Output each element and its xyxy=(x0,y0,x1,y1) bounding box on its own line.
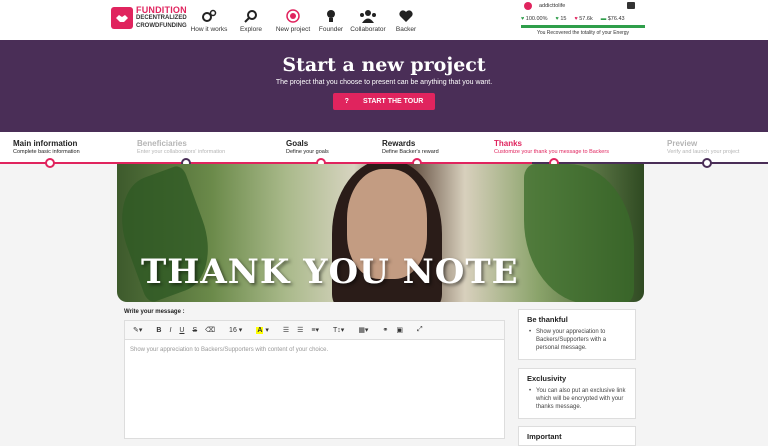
tip-important: Important xyxy=(518,426,636,446)
nav-label: Backer xyxy=(395,26,417,33)
tip-be-thankful: Be thankful Show your appreciation to Ba… xyxy=(518,309,636,360)
lightbulb-icon xyxy=(327,10,335,22)
message-editor: ✎▾ B I U S ⌫ 16 ▾ A ▾ ☰ ☰ ≡▾ T↕▾ ▦▾ ⚭ ▣ … xyxy=(124,320,505,439)
nav-label: Explore xyxy=(239,26,263,33)
nav-backer[interactable]: Backer xyxy=(390,2,422,38)
voting-power: ♥ 100.00% xyxy=(521,16,548,22)
link-icon[interactable]: ⚭ xyxy=(378,321,392,340)
message-label: Write your message : xyxy=(124,309,185,315)
start-tour-label: START THE TOUR xyxy=(362,98,424,105)
tip-title: Exclusivity xyxy=(527,374,567,383)
user-panel: addicttolife ♥ 100.00% ♥ 15 ♥ 57.6k ▬ $7… xyxy=(521,0,645,40)
bullet-list-icon[interactable]: ☰ xyxy=(279,321,293,340)
handshake-icon xyxy=(111,7,133,29)
fullscreen-icon[interactable]: ⤢ xyxy=(413,321,427,340)
wizard-steps: Main information Complete basic informat… xyxy=(0,132,768,163)
nav-label: New project xyxy=(275,26,311,33)
step-desc: Define Backer's reward xyxy=(382,149,439,155)
nav-founder[interactable]: Founder xyxy=(316,2,346,38)
nav-label: Founder xyxy=(318,26,344,33)
vote-count: ♥ 15 xyxy=(555,16,567,22)
brand-tagline-2: CROWDFUNDING xyxy=(136,23,187,29)
reputation: ♥ 57.6k xyxy=(574,16,593,22)
step-desc: Define your goals xyxy=(286,149,329,155)
users-icon xyxy=(360,10,376,23)
magic-wand-icon[interactable]: ✎▾ xyxy=(129,321,146,340)
hero-banner: Start a new project The project that you… xyxy=(0,40,768,132)
banner-title: THANK YOU NOTE xyxy=(141,252,519,292)
avatar[interactable] xyxy=(524,2,532,10)
energy-bar xyxy=(521,25,645,28)
tip-text: Show your appreciation to Backers/Suppor… xyxy=(527,328,627,352)
thank-you-banner-image: THANK YOU NOTE xyxy=(117,164,644,302)
heart-icon xyxy=(399,10,413,22)
step-dot[interactable] xyxy=(45,158,55,168)
nav-collaborator[interactable]: Collaborator xyxy=(346,2,390,38)
thumb-icon: ♥ xyxy=(555,16,559,22)
text-height-icon[interactable]: T↕▾ xyxy=(329,321,348,340)
bold-button[interactable]: B xyxy=(152,321,165,340)
text-color-icon: A xyxy=(256,326,264,334)
editor-toolbar: ✎▾ B I U S ⌫ 16 ▾ A ▾ ☰ ☰ ≡▾ T↕▾ ▦▾ ⚭ ▣ … xyxy=(125,321,504,340)
wallet-icon[interactable] xyxy=(627,2,635,9)
font-size-select[interactable]: 16 ▾ xyxy=(225,321,246,340)
tip-title: Be thankful xyxy=(527,315,568,324)
step-title: Goals xyxy=(286,139,309,148)
italic-button[interactable]: I xyxy=(165,321,175,340)
top-navbar: FUNDITION DECENTRALIZED CROWDFUNDING How… xyxy=(0,0,768,40)
step-title: Preview xyxy=(667,139,698,148)
money-icon: ▬ xyxy=(600,16,607,22)
gears-icon xyxy=(202,9,217,22)
nav-explore[interactable]: Explore xyxy=(232,2,270,38)
heart-outline-icon: ♥ xyxy=(521,16,525,22)
eraser-icon[interactable]: ⌫ xyxy=(201,321,219,340)
step-title: Main information xyxy=(13,139,78,148)
help-icon: ? xyxy=(344,98,349,105)
balance: ▬ $76.43 xyxy=(600,16,625,22)
search-icon xyxy=(244,10,257,23)
tip-text: You can also put an exclusive link which… xyxy=(527,387,627,411)
start-tour-button[interactable]: ? START THE TOUR xyxy=(332,93,436,110)
nav-label: Collaborator xyxy=(350,26,386,33)
message-textarea[interactable]: Show your appreciation to Backers/Suppor… xyxy=(125,340,504,360)
username[interactable]: addicttolife xyxy=(539,3,565,9)
brand-tagline-1: DECENTRALIZED xyxy=(136,15,187,21)
nav-new-project[interactable]: New project xyxy=(270,2,316,38)
step-desc: Verify and launch your project xyxy=(667,149,740,155)
fundition-logo[interactable]: FUNDITION DECENTRALIZED CROWDFUNDING xyxy=(111,6,187,30)
page-title: Start a new project xyxy=(282,54,486,76)
step-title: Thanks xyxy=(494,139,523,148)
text-color-button[interactable]: A ▾ xyxy=(252,321,273,340)
main-nav: How it works Explore New project Founder… xyxy=(186,2,422,38)
nav-label: How it works xyxy=(190,26,228,33)
step-title: Rewards xyxy=(382,139,416,148)
energy-status: You Recovered the totality of your Energ… xyxy=(536,30,630,36)
heart-icon: ♥ xyxy=(574,16,578,22)
step-desc: Complete basic information xyxy=(13,149,80,155)
tip-exclusivity: Exclusivity You can also put an exclusiv… xyxy=(518,368,636,419)
step-title: Beneficiaries xyxy=(137,139,187,148)
step-desc: Customize your thank you message to Back… xyxy=(494,149,609,155)
step-desc: Enter your collaborators' information xyxy=(137,149,226,155)
table-icon[interactable]: ▦▾ xyxy=(354,321,372,340)
step-rewards[interactable]: Rewards Define Backer's reward xyxy=(382,132,439,163)
page-subtitle: The project that you choose to present c… xyxy=(275,79,493,86)
step-beneficiaries[interactable]: Beneficiaries Enter your collaborators' … xyxy=(137,132,225,163)
brand-name: FUNDITION xyxy=(136,5,187,15)
align-icon[interactable]: ≡▾ xyxy=(307,321,323,340)
numbered-list-icon[interactable]: ☰ xyxy=(293,321,307,340)
underline-button[interactable]: U xyxy=(175,321,188,340)
tip-title: Important xyxy=(527,432,562,441)
step-dot[interactable] xyxy=(702,158,712,168)
strikethrough-button[interactable]: S xyxy=(188,321,201,340)
target-icon xyxy=(286,9,300,23)
nav-how-it-works[interactable]: How it works xyxy=(186,2,232,38)
image-icon[interactable]: ▣ xyxy=(392,321,407,340)
